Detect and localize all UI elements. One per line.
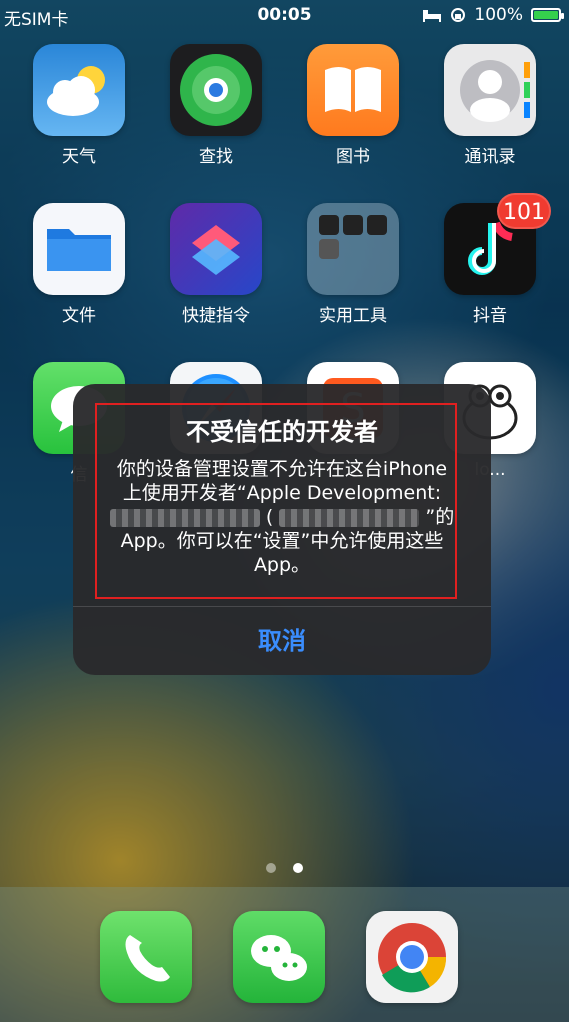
status-right: 100% bbox=[422, 5, 564, 25]
phone-icon[interactable] bbox=[100, 911, 192, 1003]
battery-icon bbox=[531, 8, 564, 22]
highlight-box bbox=[95, 403, 457, 599]
app-label: 实用工具 bbox=[319, 306, 387, 326]
wechat-icon[interactable] bbox=[233, 911, 325, 1003]
notification-badge: 101 bbox=[497, 193, 551, 229]
app-label: 查找 bbox=[199, 147, 233, 167]
shortcuts-icon bbox=[170, 203, 262, 295]
page-indicator[interactable] bbox=[0, 858, 569, 877]
orientation-lock-icon bbox=[451, 8, 466, 22]
app-folder-utilities[interactable]: 实用工具 bbox=[306, 203, 400, 326]
app-contacts[interactable]: 通讯录 bbox=[443, 44, 537, 167]
book-icon bbox=[307, 44, 399, 136]
app-books[interactable]: 图书 bbox=[306, 44, 400, 167]
app-findmy[interactable]: 查找 bbox=[169, 44, 263, 167]
app-files[interactable]: 文件 bbox=[32, 203, 126, 326]
bed-icon bbox=[423, 10, 442, 22]
dock bbox=[0, 887, 569, 1022]
app-label: 通讯录 bbox=[464, 147, 516, 167]
status-bar: 无SIM卡 00:05 100% bbox=[0, 0, 569, 30]
app-tiktok[interactable]: 101 抖音 bbox=[443, 193, 551, 326]
page-dot[interactable] bbox=[265, 863, 276, 873]
app-label: 图书 bbox=[336, 147, 370, 167]
app-weather[interactable]: 天气 bbox=[32, 44, 126, 167]
app-shortcuts[interactable]: 快捷指令 bbox=[169, 203, 263, 326]
folder-icon bbox=[33, 203, 125, 295]
contacts-icon bbox=[444, 44, 536, 136]
findmy-icon bbox=[170, 44, 262, 136]
app-label: 文件 bbox=[62, 306, 96, 326]
app-label: 快捷指令 bbox=[182, 306, 250, 326]
utilities-folder-icon bbox=[307, 203, 399, 295]
dock-icons bbox=[100, 911, 458, 1009]
cancel-button[interactable]: 取消 bbox=[73, 607, 491, 675]
chrome-icon[interactable] bbox=[366, 911, 458, 1003]
app-label: 天气 bbox=[62, 147, 96, 167]
app-label: 抖音 bbox=[473, 306, 507, 326]
battery-percent: 100% bbox=[474, 5, 523, 25]
weather-icon bbox=[33, 44, 125, 136]
page-dot-active[interactable] bbox=[293, 863, 304, 873]
